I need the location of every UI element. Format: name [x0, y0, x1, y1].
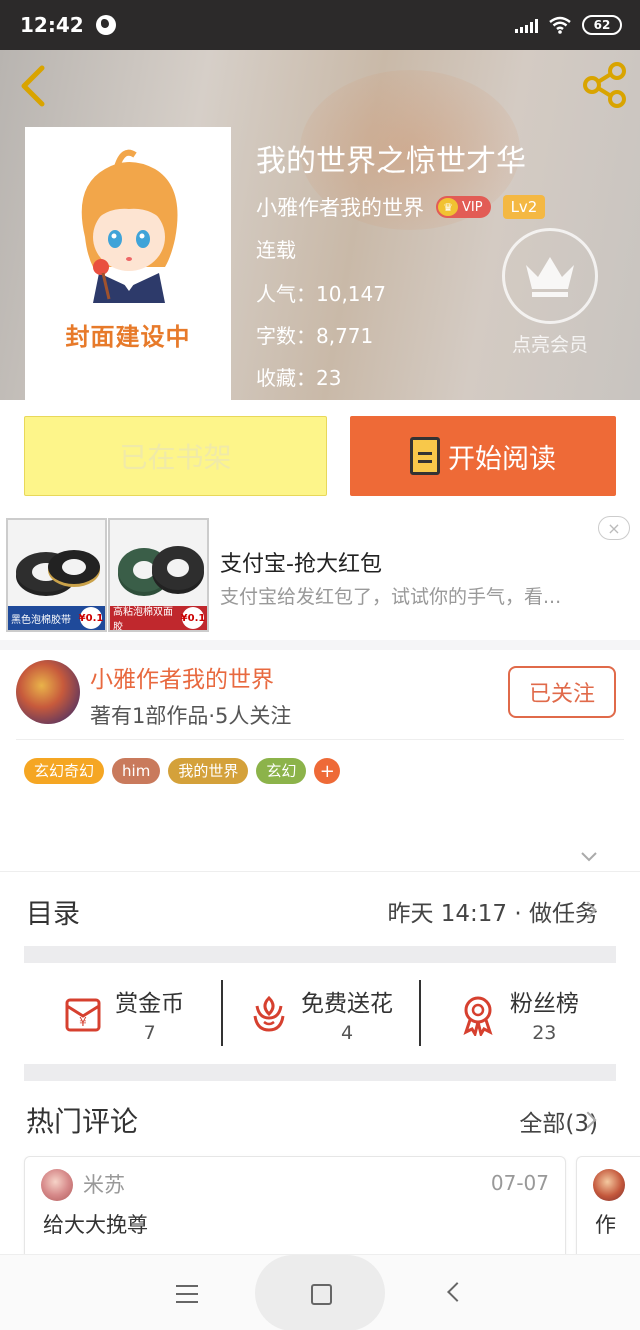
- book-icon: [410, 437, 440, 475]
- share-icon[interactable]: [582, 62, 628, 108]
- hot-comments-header: 热门评论 全部(3): [0, 1082, 640, 1152]
- followed-button[interactable]: 已关注: [508, 666, 616, 718]
- price-badge: ¥0.1: [181, 607, 205, 629]
- globe-icon: [95, 15, 116, 35]
- tag-chip[interactable]: 玄幻: [256, 758, 307, 784]
- start-reading-label: 开始阅读: [448, 443, 556, 475]
- reward-coins[interactable]: ¥ 赏金币 7: [24, 964, 221, 1064]
- catalog-row[interactable]: 目录 昨天 14:17 · 做任务: [0, 871, 640, 946]
- ad-image-caption: 高粘泡棉双面胶 ¥0.1: [110, 606, 207, 630]
- medal-icon: [463, 996, 493, 1036]
- battery-indicator: 62: [582, 15, 622, 35]
- author-stats: 著有1部作品·5人关注: [90, 704, 292, 728]
- hot-comments-label: 热门评论: [26, 1105, 139, 1138]
- svg-text:¥: ¥: [79, 1015, 87, 1029]
- ad-image-tape-green: 高粘泡棉双面胶 ¥0.1: [108, 518, 209, 632]
- author-name[interactable]: 小雅作者我的世界: [90, 660, 274, 694]
- reward-fans[interactable]: 粉丝榜 23: [418, 964, 616, 1064]
- vip-badge: ♛ VIP: [436, 196, 491, 218]
- system-nav-bar: [0, 1254, 640, 1330]
- section-divider: [24, 1064, 616, 1081]
- divider: [16, 739, 624, 740]
- level-badge: Lv2: [502, 195, 546, 219]
- ad-banner[interactable]: 黑色泡棉胶带 ¥0.1 高粘泡棉双面胶 ¥0.1 支付宝-抢大红包 支付宝给发红…: [0, 510, 640, 650]
- member-label: 点亮会员: [511, 334, 588, 356]
- back-arrow-icon[interactable]: [14, 64, 50, 108]
- tag-list: 玄幻奇幻 him 我的世界 玄幻 +: [24, 758, 341, 784]
- commenter-avatar[interactable]: [593, 1169, 625, 1201]
- back-icon[interactable]: [447, 1282, 467, 1302]
- reward-value: 7: [143, 1022, 156, 1044]
- book-popularity: 人气：10,147: [256, 282, 386, 306]
- reward-flowers[interactable]: 免费送花 4: [221, 964, 418, 1064]
- home-button[interactable]: [255, 1255, 385, 1330]
- commenter-avatar[interactable]: [41, 1169, 73, 1201]
- action-bar: 已在书架 开始阅读: [0, 400, 640, 510]
- member-button[interactable]: 点亮会员: [500, 228, 600, 357]
- menu-icon[interactable]: [176, 1285, 198, 1309]
- reward-label: 免费送花: [300, 991, 393, 1017]
- book-cover: 封面建设中: [25, 127, 231, 400]
- comment-card[interactable]: 作: [576, 1156, 640, 1266]
- section-divider: [24, 946, 616, 963]
- start-reading-button[interactable]: 开始阅读: [350, 416, 616, 496]
- cover-character-illustration: [81, 149, 178, 303]
- reward-bar: ¥ 赏金币 7 免费送花 4 粉丝榜 23: [24, 964, 616, 1064]
- comment-card[interactable]: 米苏 07-07 给大大挽尊: [24, 1156, 566, 1266]
- coin-envelope-icon: ¥: [65, 998, 101, 1032]
- on-shelf-button[interactable]: 已在书架: [24, 416, 327, 496]
- member-crown-icon: [502, 228, 598, 324]
- price-badge: ¥0.1: [79, 607, 103, 629]
- crown-icon: ♛: [438, 198, 458, 216]
- comment-text: 作: [595, 1213, 616, 1237]
- comment-date: 07-07: [490, 1171, 549, 1195]
- book-title: 我的世界之惊世才华: [256, 144, 526, 179]
- catalog-label: 目录: [26, 899, 80, 930]
- book-status: 连载: [256, 238, 296, 262]
- tag-chip[interactable]: 玄幻奇幻: [24, 758, 105, 784]
- ad-image-tape-black: 黑色泡棉胶带 ¥0.1: [6, 518, 107, 632]
- book-header: 封面建设中 我的世界之惊世才华 小雅作者我的世界 ♛ VIP Lv2 连载 人气…: [0, 50, 640, 400]
- section-divider: [0, 640, 640, 650]
- signal-icon: [515, 17, 538, 33]
- reward-value: 23: [532, 1022, 557, 1044]
- author-avatar[interactable]: [16, 660, 80, 724]
- cover-text: 封面建设中: [65, 323, 191, 351]
- reward-value: 4: [340, 1022, 354, 1044]
- add-tag-button[interactable]: +: [314, 758, 341, 784]
- flower-icon: [253, 995, 285, 1032]
- catalog-update-info: 昨天 14:17 · 做任务: [387, 901, 598, 927]
- commenter-name: 米苏: [83, 1173, 125, 1197]
- book-author[interactable]: 小雅作者我的世界: [256, 192, 424, 222]
- status-bar: 12:42 62: [0, 0, 640, 50]
- tag-chip[interactable]: him: [112, 758, 161, 784]
- vip-label: VIP: [462, 199, 483, 215]
- author-section: 小雅作者我的世界 著有1部作品·5人关注 已关注 玄幻奇幻 him 我的世界 玄…: [0, 650, 640, 870]
- close-icon[interactable]: ×: [598, 516, 630, 540]
- book-word-count: 字数：8,771: [256, 324, 374, 348]
- reward-label: 赏金币: [115, 991, 185, 1017]
- status-time: 12:42: [20, 13, 84, 37]
- book-favorites: 收藏：23: [256, 366, 342, 390]
- wifi-icon: [549, 16, 571, 34]
- ad-description: 支付宝给发红包了，试试你的手气，看...: [220, 586, 562, 608]
- ad-title: 支付宝-抢大红包: [220, 552, 382, 577]
- ad-image-caption: 黑色泡棉胶带 ¥0.1: [8, 606, 105, 630]
- comment-text: 给大大挽尊: [43, 1213, 148, 1237]
- author-line: 小雅作者我的世界 ♛ VIP Lv2: [256, 192, 546, 222]
- chevron-down-icon[interactable]: [580, 848, 598, 866]
- reward-label: 粉丝榜: [509, 991, 579, 1017]
- tag-chip[interactable]: 我的世界: [168, 758, 249, 784]
